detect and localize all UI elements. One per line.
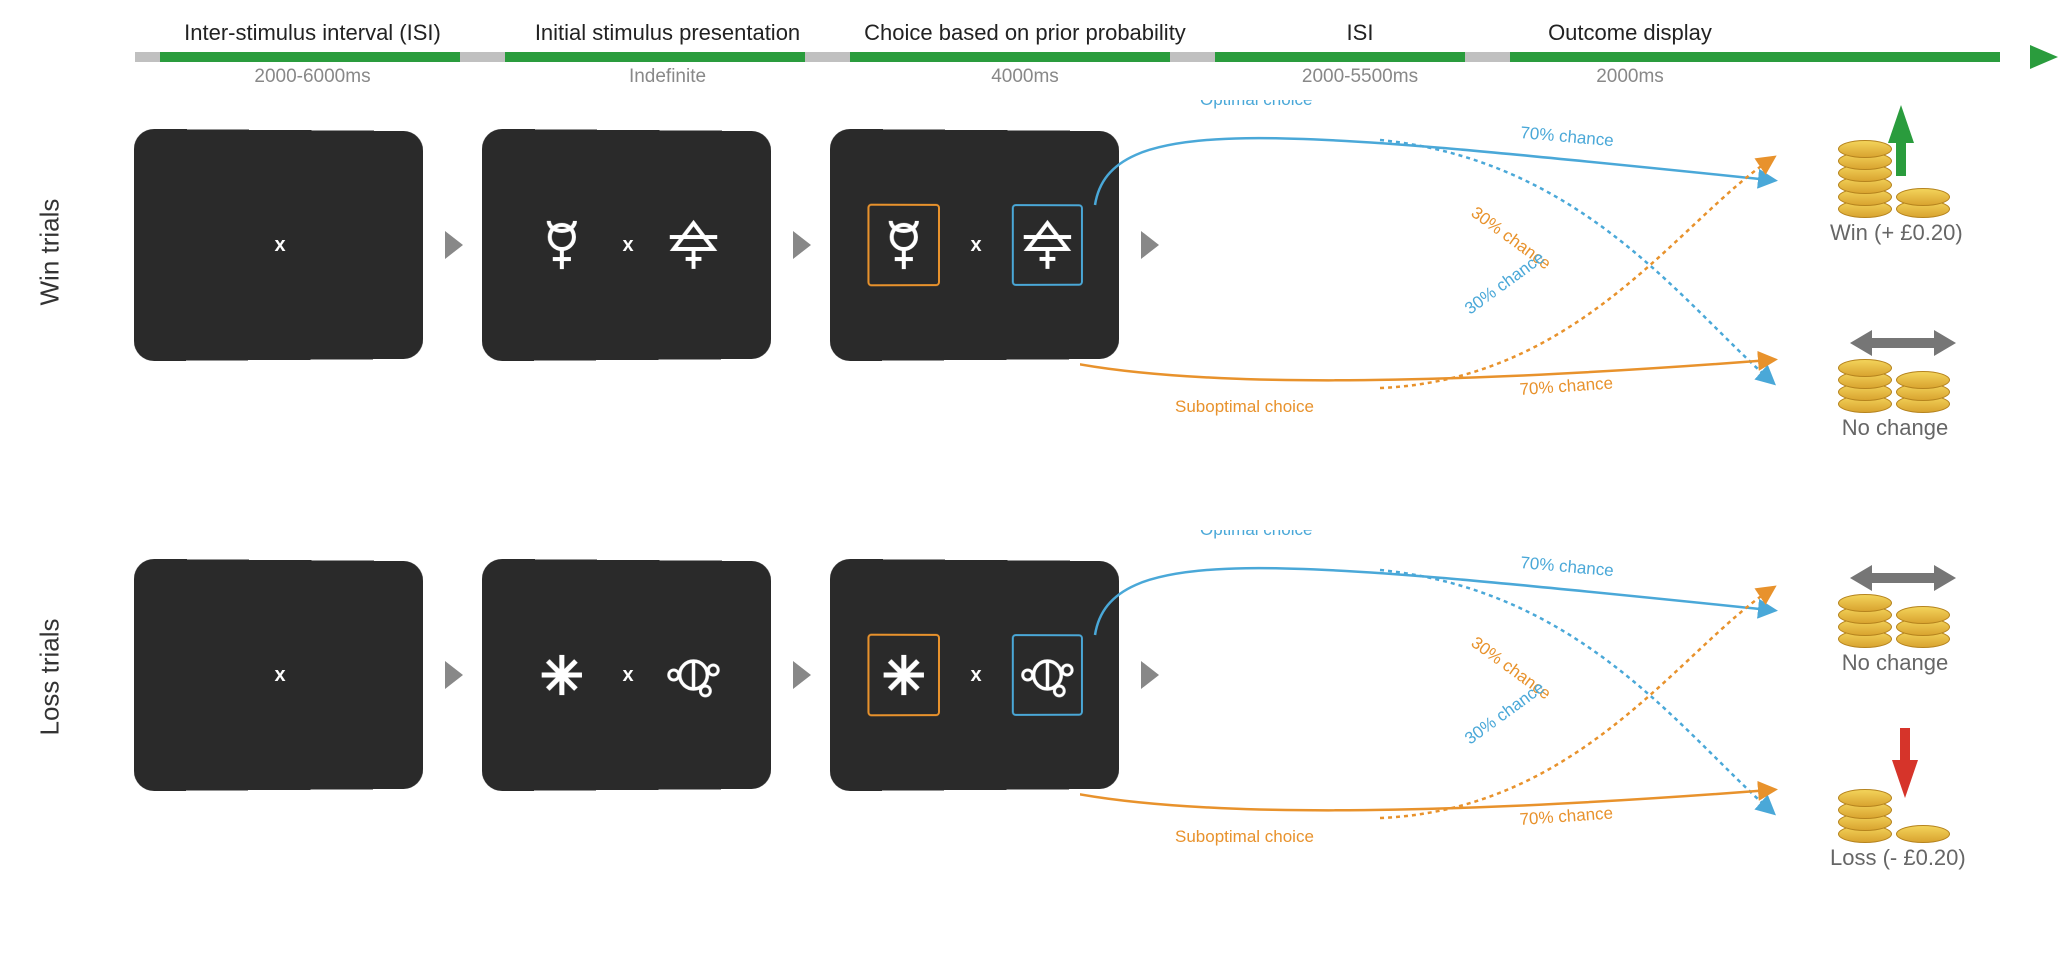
isi-screen: x: [134, 129, 423, 361]
prob-label: 70% chance: [1519, 804, 1614, 829]
phase-duration: 4000ms: [845, 66, 1205, 88]
choice-screen: x: [830, 129, 1119, 361]
phase-label: Inter-stimulus interval (ISI): [135, 20, 490, 46]
prob-label: 30% chance: [1468, 203, 1555, 273]
phase-duration: Indefinite: [490, 66, 845, 88]
phase-label: Initial stimulus presentation: [490, 20, 845, 46]
phase-label: Outcome display: [1515, 20, 1745, 46]
mercury-symbol-icon: [874, 210, 934, 280]
prob-label: 30% chance: [1461, 678, 1548, 748]
chevron-right-icon: [1141, 231, 1159, 259]
fixation-cross-icon: x: [622, 663, 633, 686]
outcome-label: No change: [1830, 415, 1960, 441]
arrow-down-icon: [1892, 760, 1918, 798]
row-title: Loss trials: [35, 618, 66, 735]
outcome-nochange: No change: [1830, 310, 1960, 441]
chevron-right-icon: [1141, 661, 1159, 689]
outcome-label: Win (+ £0.20): [1830, 220, 1963, 246]
win-trials-row: Win trials x x x: [0, 100, 2064, 480]
outcome-loss: Loss (- £0.20): [1830, 740, 1966, 871]
stimulus-screen: x: [482, 129, 771, 361]
loss-trials-row: Loss trials x x x: [0, 530, 2064, 910]
arrow-flat-icon: [1868, 573, 1938, 583]
phase-duration: 2000ms: [1515, 66, 1745, 88]
phase-label: Choice based on prior probability: [845, 20, 1205, 46]
fixation-cross-icon: x: [970, 233, 981, 256]
stimulus-screen: x: [482, 559, 771, 791]
orb-symbol-icon: [1017, 640, 1076, 710]
fixation-cross-icon: x: [274, 663, 285, 686]
outcome-win: Win (+ £0.20): [1830, 115, 1963, 246]
optimal-choice-label: Optimal choice: [1200, 530, 1312, 539]
mercury-symbol-icon: [532, 210, 592, 280]
timeline-header: Inter-stimulus interval (ISI) Initial st…: [135, 20, 2034, 80]
phase-duration: 2000-5500ms: [1205, 66, 1515, 88]
timeline-arrowhead-icon: [2030, 45, 2058, 69]
coins-icon: [1830, 115, 1960, 220]
optimal-choice-box: [1011, 634, 1082, 716]
outcome-label: No change: [1830, 650, 1960, 676]
chevron-right-icon: [445, 661, 463, 689]
chevron-right-icon: [445, 231, 463, 259]
prob-label: 30% chance: [1468, 633, 1555, 703]
arrow-flat-icon: [1868, 338, 1938, 348]
probability-flow: Optimal choice Suboptimal choice 70% cha…: [1080, 530, 1800, 910]
suboptimal-choice-label: Suboptimal choice: [1175, 397, 1314, 416]
suboptimal-choice-box: [868, 204, 941, 287]
optimal-choice-box: [1011, 204, 1082, 286]
prob-label: 30% chance: [1461, 248, 1548, 318]
isi-screen: x: [134, 559, 423, 791]
prob-label: 70% chance: [1520, 123, 1615, 150]
optimal-choice-label: Optimal choice: [1200, 100, 1312, 109]
choice-screen: x: [830, 559, 1119, 791]
phase-label: ISI: [1205, 20, 1515, 46]
triangle-cross-symbol-icon: [663, 210, 722, 280]
phase-duration: 2000-6000ms: [135, 66, 490, 88]
outcome-nochange: No change: [1830, 545, 1960, 676]
probability-flow: Optimal choice Suboptimal choice 70% cha…: [1080, 100, 1800, 480]
asterisk-symbol-icon: [874, 640, 934, 710]
triangle-cross-symbol-icon: [1017, 210, 1076, 280]
prob-label: 70% chance: [1520, 553, 1615, 580]
fixation-cross-icon: x: [274, 233, 285, 256]
asterisk-symbol-icon: [532, 640, 592, 710]
fixation-cross-icon: x: [970, 663, 981, 686]
timeline-bar: [135, 52, 2034, 62]
suboptimal-choice-label: Suboptimal choice: [1175, 827, 1314, 846]
coins-icon: [1830, 740, 1960, 845]
prob-label: 70% chance: [1519, 374, 1614, 399]
coins-icon: [1830, 545, 1960, 650]
fixation-cross-icon: x: [622, 233, 633, 256]
row-title: Win trials: [35, 199, 66, 306]
coins-icon: [1830, 310, 1960, 415]
outcome-label: Loss (- £0.20): [1830, 845, 1966, 871]
orb-symbol-icon: [663, 640, 722, 710]
chevron-right-icon: [793, 661, 811, 689]
chevron-right-icon: [793, 231, 811, 259]
suboptimal-choice-box: [868, 634, 941, 717]
arrow-up-icon: [1888, 105, 1914, 143]
